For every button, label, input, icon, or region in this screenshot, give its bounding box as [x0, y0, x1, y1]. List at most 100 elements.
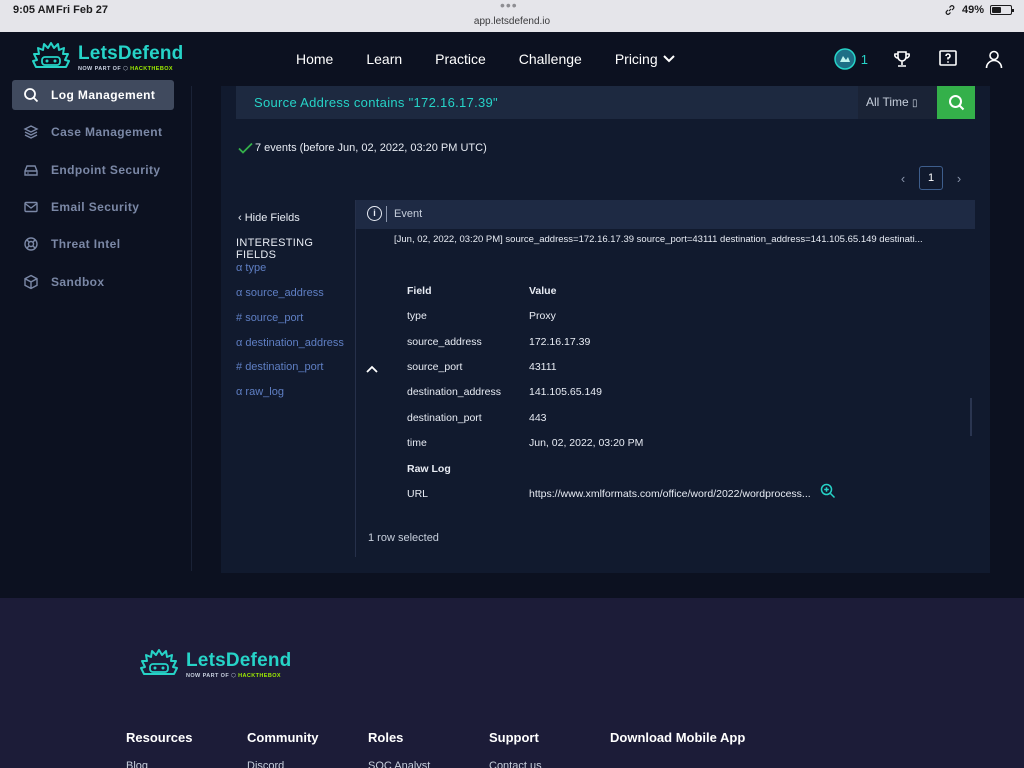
link-icon [945, 5, 955, 15]
browser-url[interactable]: app.letsdefend.io [0, 16, 1024, 27]
hedgehog-logo-icon [32, 42, 70, 68]
badge-avatar-icon [834, 48, 856, 70]
multitask-dots[interactable]: ••• [500, 0, 518, 13]
raw-event-line[interactable]: [Jun, 02, 2022, 03:20 PM] source_address… [394, 234, 954, 245]
selection-status: 1 row selected [368, 532, 439, 544]
row-field: type [407, 310, 427, 322]
event-column-label: Event [394, 208, 423, 220]
row-value: 172.16.17.39 [529, 336, 591, 348]
cube-icon [24, 274, 38, 290]
hedgehog-logo-icon [140, 649, 178, 675]
nav-pricing-label: Pricing [614, 51, 658, 67]
search-icon [24, 88, 39, 103]
nav-home[interactable]: Home [296, 51, 333, 67]
string-type-icon: α [236, 386, 243, 398]
sidebar-item-endpoint-security[interactable]: Endpoint Security [12, 155, 174, 185]
raw-log-label: Raw Log [407, 463, 451, 475]
next-page-icon[interactable]: › [953, 171, 965, 186]
field-type[interactable]: α type [236, 262, 266, 274]
trophy-icon[interactable] [890, 47, 914, 71]
sidebar-item-email-security[interactable]: Email Security [12, 192, 174, 222]
footer-link-contact[interactable]: Contact us [489, 760, 542, 768]
field-destination-port[interactable]: # destination_port [236, 361, 323, 373]
sidebar-item-label: Threat Intel [51, 237, 121, 251]
nav-pricing[interactable]: Pricing [615, 51, 676, 67]
sidebar-item-case-management[interactable]: Case Management [12, 117, 174, 147]
drive-icon [24, 165, 38, 176]
sidebar-item-log-management[interactable]: Log Management [12, 80, 174, 110]
event-table-header: i Event [356, 200, 975, 229]
row-field: source_port [407, 361, 463, 373]
user-badge[interactable]: 1 [834, 48, 868, 70]
prev-page-icon[interactable]: ‹ [897, 171, 909, 186]
string-type-icon: α [236, 287, 243, 299]
hide-fields-button[interactable]: ‹ Hide Fields [238, 212, 300, 224]
row-field: destination_port [407, 412, 482, 424]
field-raw-log[interactable]: α raw_log [236, 386, 284, 398]
checkmark-icon [238, 142, 253, 154]
search-button[interactable] [937, 86, 975, 119]
info-icon[interactable]: i [367, 206, 382, 221]
mail-icon [24, 201, 38, 213]
brand-subtitle: NOW PART OF ⬡ HACKTHEBOX [78, 65, 173, 72]
value-column-header: Value [529, 285, 557, 297]
log-search-panel: Source Address contains "172.16.17.39" A… [221, 86, 990, 573]
events-summary-text: 7 events (before Jun, 02, 2022, 03:20 PM… [255, 142, 487, 154]
number-type-icon: # [236, 312, 243, 324]
footer-heading-download-app: Download Mobile App [610, 730, 746, 745]
row-field: destination_address [407, 386, 501, 398]
status-time: 9:05 AM [13, 4, 55, 16]
lifebuoy-icon [24, 237, 38, 251]
help-icon[interactable] [936, 47, 960, 71]
field-name: destination_address [245, 337, 344, 349]
string-type-icon: α [236, 337, 243, 349]
row-value: Jun, 02, 2022, 03:20 PM [529, 437, 644, 449]
row-field: URL [407, 488, 429, 500]
footer-brand-name: LetsDefend [186, 649, 292, 671]
footer-link-discord[interactable]: Discord [247, 760, 284, 768]
footer-heading-roles: Roles [368, 730, 404, 745]
pagination: ‹ 1 › [897, 166, 965, 190]
field-source-port[interactable]: # source_port [236, 312, 303, 324]
field-destination-address[interactable]: α destination_address [236, 337, 344, 349]
layers-icon [23, 125, 39, 139]
footer-link-soc-analyst[interactable]: SOC Analyst [368, 760, 430, 768]
row-value: 443 [529, 412, 547, 424]
chevron-down-icon [662, 55, 675, 63]
row-value: 141.105.65.149 [529, 386, 602, 398]
sidebar-item-label: Sandbox [51, 275, 105, 289]
interesting-fields-title: INTERESTING FIELDS [236, 237, 314, 261]
user-profile-icon[interactable] [982, 47, 1006, 71]
row-field: time [407, 437, 427, 449]
device-status-bar: 9:05 AM Fri Feb 27 ••• app.letsdefend.io… [0, 0, 1024, 32]
sidebar-item-label: Email Security [51, 200, 140, 214]
nav-challenge[interactable]: Challenge [519, 51, 582, 67]
sidebar-item-threat-intel[interactable]: Threat Intel [12, 229, 174, 259]
row-value: Proxy [529, 310, 556, 322]
footer-logo[interactable]: LetsDefend NOW PART OF ⬡ HACKTHEBOX [138, 648, 291, 680]
sidebar-item-label: Log Management [51, 88, 156, 102]
string-type-icon: α [236, 262, 243, 274]
number-type-icon: # [236, 361, 243, 373]
footer-heading-resources: Resources [126, 730, 193, 745]
nav-learn[interactable]: Learn [366, 51, 402, 67]
battery-percent: 49% [961, 4, 984, 16]
search-input[interactable]: Source Address contains "172.16.17.39" [236, 86, 858, 119]
zoom-in-icon[interactable] [820, 483, 836, 504]
page-number[interactable]: 1 [919, 166, 943, 190]
field-source-address[interactable]: α source_address [236, 287, 324, 299]
nav-practice[interactable]: Practice [435, 51, 486, 67]
time-range-select[interactable]: All Time ▯ [858, 86, 938, 119]
letsdefend-logo[interactable]: LetsDefend NOW PART OF ⬡ HACKTHEBOX [30, 41, 183, 73]
search-icon [948, 95, 964, 111]
sidebar-item-label: Endpoint Security [51, 163, 161, 177]
collapse-chevron-up-icon[interactable] [366, 362, 378, 376]
time-range-label: All Time [866, 95, 909, 109]
footer-link-blog[interactable]: Blog [126, 760, 148, 768]
scrollbar[interactable] [970, 398, 972, 436]
sidebar-item-sandbox[interactable]: Sandbox [12, 267, 174, 297]
brand-name: LetsDefend [78, 42, 184, 64]
calendar-icon: ▯ [912, 98, 918, 109]
header-divider [386, 206, 387, 222]
row-value: https://www.xmlformats.com/office/word/2… [529, 488, 811, 500]
